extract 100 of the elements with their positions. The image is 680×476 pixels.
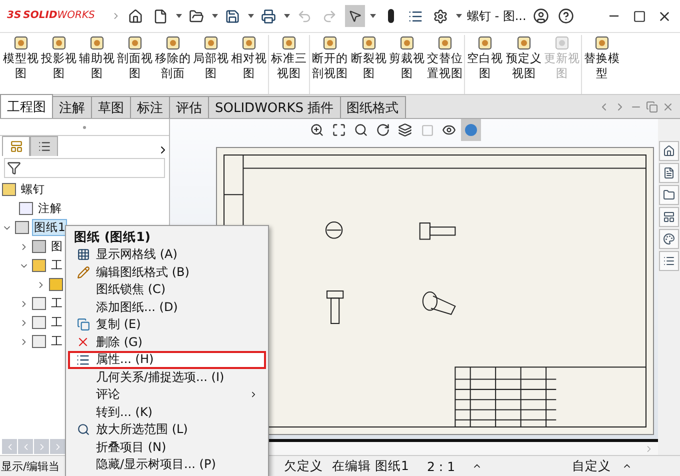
tree-item[interactable]: 图 xyxy=(49,238,65,255)
ribbon-button[interactable]: 移除的剖面 xyxy=(154,35,192,94)
caret-icon[interactable] xyxy=(456,14,462,18)
restore-icon[interactable] xyxy=(646,100,658,112)
drawing-view-icon xyxy=(51,35,67,51)
drawing-view-icon xyxy=(281,35,297,51)
annotation-node-icon xyxy=(19,202,33,215)
drawing-view-icon xyxy=(89,35,105,51)
caret-icon[interactable] xyxy=(176,14,182,18)
ribbon-button[interactable]: 辅助视图 xyxy=(78,35,116,94)
drawing-node-icon xyxy=(2,183,16,196)
menu-item[interactable]: 图纸锁焦 (C) xyxy=(68,281,266,298)
ribbon-button[interactable]: 交替位置视图 xyxy=(426,35,464,94)
menu-item[interactable]: 复制 (E) xyxy=(68,316,266,334)
drawing-view-icon xyxy=(13,35,29,51)
feature-tree-tab[interactable] xyxy=(2,136,30,156)
caret-icon[interactable] xyxy=(212,14,218,18)
drawing-view-icon xyxy=(241,35,257,51)
pencil-icon xyxy=(76,266,90,279)
view-node-icon xyxy=(32,259,46,272)
drawing-view-icon xyxy=(477,35,493,51)
view2-node-icon xyxy=(32,316,46,329)
part-node-icon xyxy=(49,278,63,291)
tree-item[interactable]: 工 xyxy=(49,295,65,312)
ribbon-tab[interactable]: 评估 xyxy=(169,96,209,118)
ribbon-tab[interactable]: 图纸格式 xyxy=(340,96,406,118)
grid-icon xyxy=(76,248,90,262)
ribbon-button[interactable]: 断开的剖视图 xyxy=(309,35,350,94)
ribbon-tab[interactable]: 注解 xyxy=(52,96,92,118)
caret-icon[interactable] xyxy=(370,14,376,18)
tree-item[interactable]: 工 xyxy=(49,333,65,350)
ribbon-button[interactable]: 预定义视图 xyxy=(505,35,543,94)
ribbon-button[interactable]: 局部视图 xyxy=(192,35,230,94)
scale-text: 2 : 1 xyxy=(427,458,456,474)
ribbon-button[interactable]: 投影视图 xyxy=(40,35,78,94)
menu-item[interactable]: 几何关系/捕捉选项... (I) xyxy=(68,368,266,386)
ribbon-tab[interactable]: 工程图 xyxy=(0,94,53,118)
layout-icon[interactable] xyxy=(659,207,679,227)
screw-side-view xyxy=(419,222,456,240)
menu-item[interactable]: 删除 (G) xyxy=(68,334,266,351)
ribbon-button[interactable]: 替换模型 xyxy=(581,35,622,94)
filter-field[interactable] xyxy=(4,158,165,178)
ribbon-tab[interactable]: 草图 xyxy=(91,96,131,118)
menu-item[interactable]: 评论 xyxy=(68,386,266,404)
tree-item[interactable]: 螺钉 xyxy=(19,181,47,198)
screw-head-view xyxy=(325,222,343,239)
home-icon[interactable] xyxy=(659,141,679,161)
tree-item[interactable]: 图纸1 xyxy=(32,219,68,236)
drawing-view-icon xyxy=(165,35,181,51)
drawing-view-icon xyxy=(516,35,532,51)
palette-icon[interactable] xyxy=(659,229,679,249)
ribbon-button[interactable]: 剪裁视图 xyxy=(388,35,426,94)
drawing-view-icon xyxy=(594,35,610,51)
view2-node-icon xyxy=(32,297,46,310)
grip-dot-icon xyxy=(83,126,86,128)
menu-item[interactable]: 显示网格线 (A) xyxy=(68,246,266,264)
tree-item[interactable]: 工 xyxy=(49,257,65,274)
menu-item[interactable]: 放大所选范围 (L) xyxy=(68,421,266,438)
ribbon-button[interactable]: 相对视图 xyxy=(230,35,268,94)
ribbon-tab[interactable]: SOLIDWORKS 插件 xyxy=(208,96,341,118)
ribbon-button[interactable]: 空白视图 xyxy=(464,35,505,94)
drawing-view-icon xyxy=(203,35,219,51)
menu-item[interactable]: 添加图纸... (D) xyxy=(68,298,266,316)
menu-item[interactable]: 属性... (H) xyxy=(68,351,266,368)
select-pointer-icon[interactable] xyxy=(344,5,365,27)
zoom-icon xyxy=(76,423,90,436)
document-icon[interactable] xyxy=(659,163,679,183)
status-hint: 显示/编辑当 xyxy=(0,458,60,474)
units-text[interactable]: 自定义 xyxy=(572,458,622,474)
app-logo: 3S SOLIDWORKS xyxy=(6,9,96,23)
drawing-view-icon xyxy=(437,35,453,51)
window-title: 螺钉 - 图... xyxy=(466,8,526,24)
view2-node-icon xyxy=(32,335,46,348)
drawing-view-icon xyxy=(361,35,377,51)
drawing-view-icon xyxy=(322,35,338,51)
ribbon-button[interactable]: 断裂视图 xyxy=(350,35,388,94)
folder-icon[interactable] xyxy=(659,185,679,205)
property-tab[interactable] xyxy=(30,136,58,156)
ribbon-button[interactable]: 模型视图 xyxy=(2,35,40,94)
ribbon-button[interactable]: 剖面视图 xyxy=(116,35,154,94)
list-icon[interactable] xyxy=(659,251,679,271)
menu-item[interactable]: 转到... (K) xyxy=(68,404,266,421)
menu-title: 图纸 (图纸1) xyxy=(73,228,152,246)
sheet-node-icon xyxy=(15,221,29,234)
ribbon-tab[interactable]: 标注 xyxy=(130,96,170,118)
format-node-icon xyxy=(32,240,46,253)
ribbon-button[interactable]: 标准三视图 xyxy=(268,35,309,94)
screw-iso-view xyxy=(422,292,456,315)
status-text: 欠定义 xyxy=(284,458,324,474)
tree-item[interactable]: 工 xyxy=(49,314,65,331)
caret-icon[interactable] xyxy=(248,14,254,18)
caret-icon[interactable] xyxy=(284,14,290,18)
menu-item[interactable]: 隐藏/显示树项目... (P) xyxy=(68,456,266,474)
list-icon xyxy=(38,140,50,153)
menu-item[interactable]: 编辑图纸格式 (B) xyxy=(68,264,266,281)
drawing-view-icon xyxy=(399,35,415,51)
drawing-view-icon xyxy=(127,35,143,51)
filter-icon xyxy=(7,161,21,175)
tree-item[interactable]: 注解 xyxy=(36,200,64,217)
menu-item[interactable]: 折叠项目 (N) xyxy=(68,438,266,456)
